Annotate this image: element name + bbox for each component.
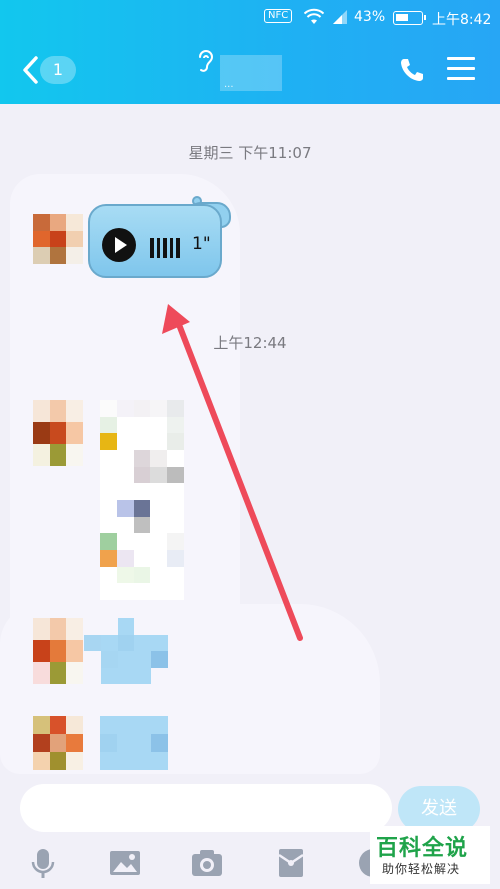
message-timestamp: 星期三 下午11:07 bbox=[188, 144, 312, 162]
image-message[interactable] bbox=[100, 400, 184, 600]
avatar[interactable] bbox=[33, 716, 83, 770]
camera-icon[interactable] bbox=[190, 846, 224, 880]
chat-title: ... bbox=[220, 55, 282, 91]
voice-wave-icon bbox=[150, 238, 184, 258]
voice-duration: 1" bbox=[192, 234, 211, 254]
avatar[interactable] bbox=[33, 214, 83, 264]
chat-title-text: ... bbox=[224, 79, 234, 90]
red-packet-icon[interactable] bbox=[274, 846, 308, 880]
watermark-subtitle: 助你轻松解决 bbox=[382, 862, 461, 876]
image-icon[interactable] bbox=[108, 846, 142, 880]
status-time: 上午8:42 bbox=[432, 12, 492, 28]
chevron-left-icon bbox=[23, 56, 38, 84]
wifi-icon bbox=[304, 8, 324, 24]
sticker-message[interactable] bbox=[100, 716, 168, 770]
ear-icon bbox=[199, 50, 214, 72]
watermark-title: 百科全说 bbox=[376, 836, 469, 861]
microphone-icon[interactable] bbox=[26, 846, 60, 880]
watermark-logo: 百科全说 助你轻松解决 bbox=[370, 826, 490, 884]
menu-icon[interactable] bbox=[447, 57, 475, 81]
message-timestamp: 上午12:44 bbox=[213, 334, 287, 352]
unread-count-badge[interactable]: 1 bbox=[40, 56, 76, 84]
status-bar: NFC 43% 上午8:42 bbox=[0, 0, 500, 36]
nfc-indicator: NFC bbox=[264, 9, 293, 23]
avatar[interactable] bbox=[33, 400, 83, 466]
message-list[interactable]: 星期三 下午11:07 1" 上午12:44 bbox=[0, 104, 500, 784]
message-input[interactable] bbox=[20, 784, 392, 832]
play-icon[interactable] bbox=[102, 228, 136, 262]
battery-icon bbox=[393, 11, 426, 25]
chat-header: NFC 43% 上午8:42 1 ... bbox=[0, 0, 500, 104]
battery-percent: 43% bbox=[354, 9, 386, 25]
sticker-message[interactable] bbox=[84, 618, 168, 684]
avatar[interactable] bbox=[33, 618, 83, 684]
signal-icon bbox=[333, 10, 347, 24]
phone-icon[interactable] bbox=[398, 56, 426, 84]
